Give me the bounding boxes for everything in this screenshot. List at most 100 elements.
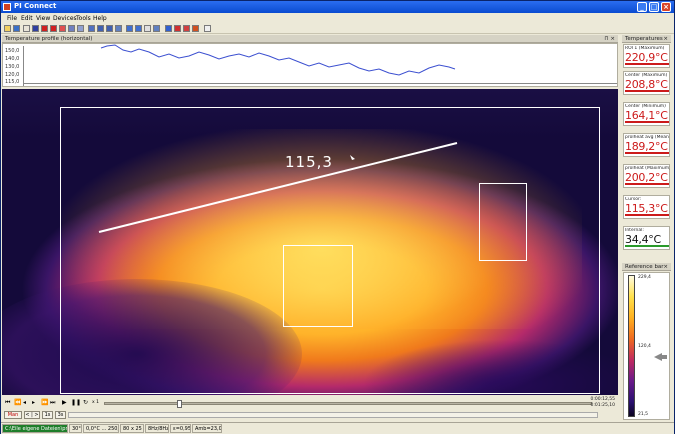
status-range: 0,0°C ... 250,0°C [83, 424, 119, 433]
thermal-image-view[interactable]: 115,3 [2, 89, 618, 395]
window-title: PI Connect [14, 2, 57, 10]
status-bar: C:\Eile eigene Dateien\prh3.ravi 30° 0,0… [1, 422, 674, 434]
reference-bar-header: Reference bar × [622, 263, 671, 271]
step-forward-icon[interactable]: ▸ [32, 399, 38, 406]
title-bar[interactable]: PI Connect _ □ × [1, 1, 674, 13]
temp-card-internal: Internal: 34,4°C [623, 226, 670, 250]
temperatures-panel-header: Temperatures × [622, 35, 671, 43]
play-icon[interactable] [32, 25, 39, 32]
profile-panel-title: Temperature profile (horizontal) [5, 36, 93, 42]
measure-icon[interactable] [126, 25, 133, 32]
menu-bar: File Edit View Devices Tools Help [1, 13, 674, 23]
maximize-button[interactable]: □ [649, 2, 659, 12]
info-icon[interactable] [204, 25, 211, 32]
temp-bar [625, 183, 669, 185]
cursor-icon[interactable] [135, 25, 142, 32]
grid-icon[interactable] [144, 25, 151, 32]
temp-bar [625, 152, 669, 154]
status-fov: 30° [69, 424, 82, 433]
profile-panel-header: Temperature profile (horizontal) ⊓ × [2, 35, 618, 43]
manual-button[interactable]: Man [4, 411, 22, 419]
scale-max-label: 229,4 [638, 275, 651, 280]
temp-bar [625, 63, 669, 65]
record-icon[interactable] [41, 25, 48, 32]
temp-card-center-max: Center (Maximum) 208,8°C [623, 71, 670, 95]
palette-icon[interactable] [165, 25, 172, 32]
playback-time-current: 0:00:12,55 [590, 397, 615, 402]
settings-icon[interactable] [153, 25, 160, 32]
temp-bar [625, 214, 669, 216]
profile-measure-line[interactable] [2, 89, 618, 395]
snapshot-icon[interactable] [23, 25, 30, 32]
chart-icon[interactable] [115, 25, 122, 32]
temp-card-prolheat-max: prolheat (Maximum) 200,2°C [623, 164, 670, 188]
status-frequency: 8Hz/8Hz [145, 424, 169, 433]
playback-slider-thumb[interactable] [177, 400, 182, 408]
histogram-icon[interactable] [106, 25, 113, 32]
menu-file[interactable]: File [7, 15, 17, 22]
menu-edit[interactable]: Edit [21, 15, 33, 22]
status-emissivity: ε=0,950 [170, 424, 191, 433]
profile-icon[interactable] [88, 25, 95, 32]
step-back-icon[interactable]: ◂ [23, 399, 29, 406]
temp-card-center-min: Center (Minimum) 164,1°C [623, 102, 670, 126]
app-icon [3, 3, 11, 11]
playback-time-total: 0:01:25,10 [590, 403, 615, 408]
status-file-path: C:\Eile eigene Dateien\prh3.ravi [2, 424, 68, 433]
app-window: PI Connect _ □ × File Edit View Devices … [0, 0, 675, 434]
interval-3s-button[interactable]: 3s [55, 411, 66, 419]
interval-1s-button[interactable]: 1s [42, 411, 53, 419]
temperatures-panel-title: Temperatures [625, 36, 663, 42]
menu-view[interactable]: View [36, 15, 50, 22]
step-button[interactable]: < | > [24, 411, 40, 419]
temp-card-prolheat-avg: prolheat avg (Mean val 189,2°C [623, 133, 670, 157]
rewind-icon[interactable]: ⏪ [14, 399, 21, 406]
minimize-button[interactable]: _ [637, 2, 647, 12]
graph-icon[interactable] [97, 25, 104, 32]
playback-speed: x 1 [92, 400, 99, 405]
menu-tools[interactable]: Tools [76, 15, 91, 22]
temp-bar [625, 121, 669, 123]
pin-icon[interactable]: ⊓ × [604, 35, 615, 43]
pin-icon[interactable]: × [663, 35, 668, 43]
toolbar [1, 23, 674, 34]
play-icon[interactable]: ▶ [62, 399, 68, 406]
save-icon[interactable] [13, 25, 20, 32]
loop-icon[interactable]: ↻ [83, 399, 89, 406]
menu-devices[interactable]: Devices [53, 15, 77, 22]
reference-bar-title: Reference bar [625, 264, 664, 270]
first-frame-icon[interactable]: ⏮ [5, 399, 11, 406]
profile-line [100, 44, 456, 76]
profile-line-value: 115,3 [285, 153, 333, 171]
cursor-arrow-stem [661, 355, 667, 359]
temp-card-roi1-max: ROI 1 (Maximum) 220,9°C [623, 44, 670, 68]
fast-forward-icon[interactable]: ⏩ [41, 399, 48, 406]
playback-slider[interactable] [104, 400, 592, 408]
scale-min-label: 21,5 [638, 412, 649, 417]
hot-spot-icon[interactable] [183, 25, 190, 32]
temp-card-cursor: Cursor: 115,3°C [623, 195, 670, 219]
close-button[interactable]: × [661, 2, 671, 12]
camera-icon[interactable] [68, 25, 75, 32]
color-scale[interactable] [628, 275, 635, 417]
view-controls-row: Man < | > 1s 3s [2, 410, 618, 421]
temp-bar [625, 90, 669, 92]
menu-help[interactable]: Help [93, 15, 107, 22]
temperature-profile-chart: 150,0 140,0 130,0 120,0 115,0 [2, 43, 618, 87]
scale-mid-label: 120,4 [638, 344, 651, 349]
pin-icon[interactable]: × [663, 263, 668, 271]
reference-color-bar: 229,4 120,4 21,5 [623, 272, 670, 420]
capture-icon[interactable] [59, 25, 66, 32]
horizontal-scrollbar[interactable] [68, 412, 598, 418]
status-resolution: 80 x 25 [120, 424, 144, 433]
color-icon[interactable] [192, 25, 199, 32]
playback-bar: ⏮ ⏪ ◂ ▸ ⏩ ⏭ ▶ ❚❚ ↻ x 1 0:00:12,55 0:01:2… [2, 396, 618, 410]
last-frame-icon[interactable]: ⏭ [50, 399, 56, 406]
pause-icon[interactable]: ❚❚ [71, 399, 81, 406]
alarm-icon[interactable] [174, 25, 181, 32]
stop-record-icon[interactable] [50, 25, 57, 32]
open-icon[interactable] [4, 25, 11, 32]
temp-bar [625, 245, 669, 247]
status-ambient: Amb=23,0°C [192, 424, 222, 433]
layout-icon[interactable] [77, 25, 84, 32]
